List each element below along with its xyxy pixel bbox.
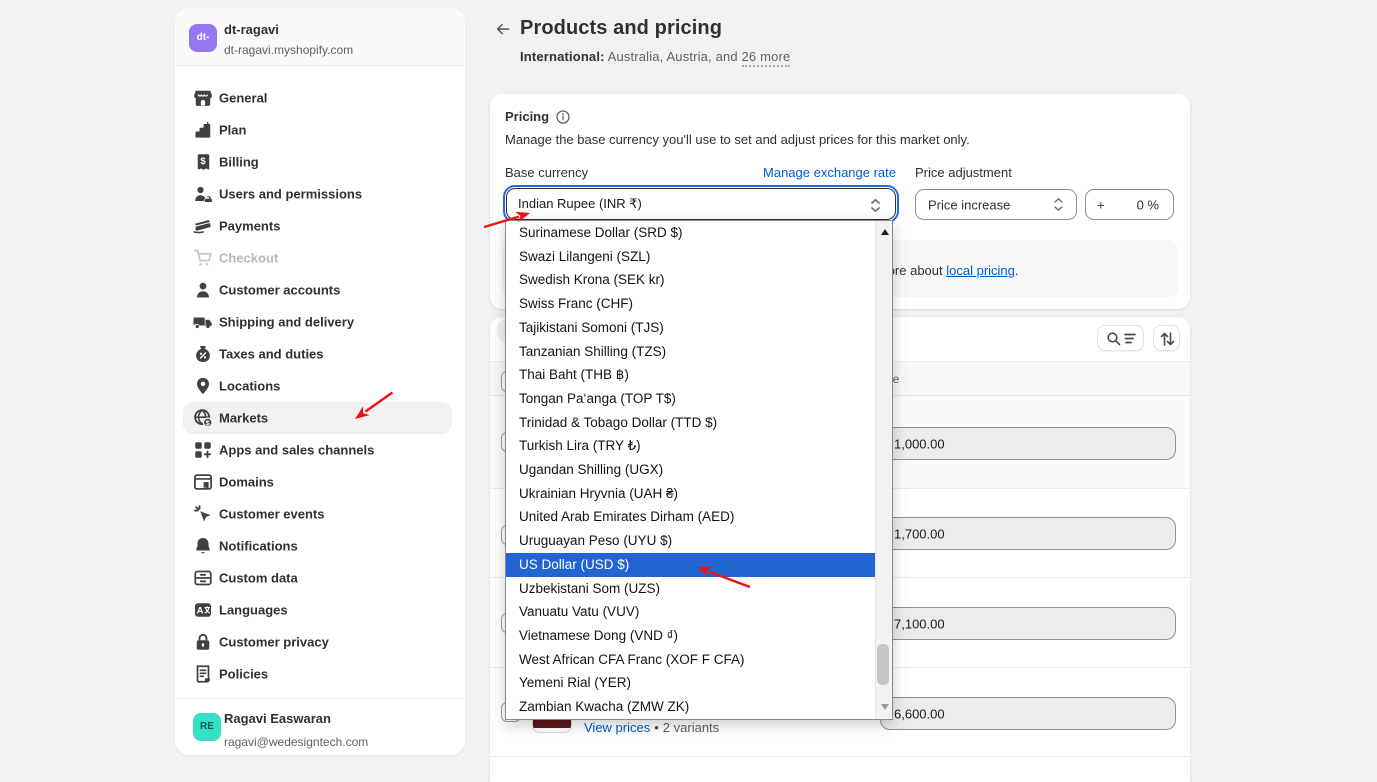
- svg-text:$: $: [200, 156, 206, 166]
- svg-text:A: A: [197, 606, 204, 617]
